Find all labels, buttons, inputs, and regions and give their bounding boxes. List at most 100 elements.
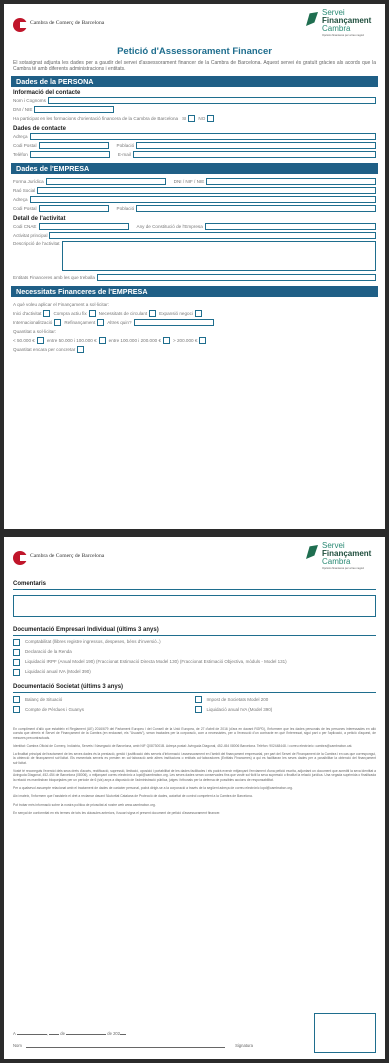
doc-accounting-label: Comptabilitat (llibres registre ingresso…	[25, 639, 161, 644]
banks-field[interactable]	[96, 274, 376, 282]
doc-corporate-tax-checkbox[interactable]	[194, 696, 202, 703]
section-empresa-heading: Dades de l'EMPRESA	[11, 163, 378, 175]
banks-label: Entitats Financeres amb les que treballa	[13, 275, 95, 281]
comments-field[interactable]	[13, 595, 376, 617]
doc-irpf-label: Liquidació IRPF (Anual Model 190) (Fracc…	[25, 659, 287, 664]
doc-iva-checkbox[interactable]	[13, 669, 20, 676]
address-field[interactable]	[29, 133, 376, 141]
town-field[interactable]	[136, 142, 376, 150]
postal-label: Codi Postal	[13, 143, 37, 149]
amt3-checkbox[interactable]	[163, 337, 171, 345]
legal-form-field[interactable]	[45, 178, 166, 186]
amt2-checkbox[interactable]	[98, 337, 106, 345]
signature-box[interactable]	[314, 1013, 376, 1053]
date-year: de 202	[107, 1031, 121, 1036]
doc-pl-label: Compte de Pèrdues i Guanys	[25, 707, 85, 712]
date-month-field[interactable]	[66, 1034, 107, 1035]
email-field[interactable]	[132, 151, 376, 159]
legal-paragraph: Així mateix, l'informem que l'assisteix …	[13, 794, 253, 799]
chamber-logo-icon	[13, 18, 29, 32]
amt1-checkbox[interactable]	[36, 337, 44, 345]
date-mid: de	[60, 1031, 65, 1036]
needs-question: A què voleu aplicar el Finançament a sol…	[13, 302, 110, 308]
yes-checkbox[interactable]	[188, 115, 196, 123]
brand-tagline: Opcions financeres per al teu negoci	[322, 34, 365, 37]
sign-name-label: Nom	[13, 1043, 22, 1048]
description-field[interactable]	[61, 241, 376, 272]
name-field[interactable]	[47, 97, 376, 105]
company-docs-heading: Documentació Societat (últims 3 anys)	[13, 684, 124, 690]
dni-field[interactable]	[34, 106, 115, 114]
chamber-name: Cambra de Comerç de Barcelona	[30, 553, 105, 559]
brand-line-3: Cambra	[322, 557, 351, 566]
leaf-logo-icon	[306, 12, 318, 26]
divider	[13, 589, 376, 590]
phone-field[interactable]	[29, 151, 110, 159]
date-day-field[interactable]	[16, 1034, 47, 1035]
brand-tagline: Opcions financeres per al teu negoci	[322, 567, 365, 570]
legal-paragraph: En senyal de conformitat en els termes d…	[13, 810, 221, 815]
pending-checkbox[interactable]	[77, 346, 85, 354]
pending-label: Quantitat encara per concretar	[13, 347, 76, 353]
divider	[13, 635, 376, 636]
doc-corporate-tax-label: Impost de Societats Model 200	[206, 697, 269, 702]
opt-refinance-checkbox[interactable]	[97, 319, 105, 327]
main-activity-field[interactable]	[49, 232, 376, 240]
date-num-field[interactable]	[49, 1034, 60, 1035]
company-postal-field[interactable]	[38, 205, 109, 213]
no-checkbox[interactable]	[207, 115, 215, 123]
name-line: Nom Signatura	[13, 1043, 253, 1048]
doc-accounting-checkbox[interactable]	[13, 639, 20, 646]
company-town-label: Població	[116, 206, 135, 212]
amt4-checkbox[interactable]	[199, 337, 207, 345]
opt-start-checkbox[interactable]	[43, 310, 51, 318]
doc-iva-label: Liquidació anual IVA (Model 390)	[25, 669, 91, 674]
date-line: A , de de 202	[13, 1031, 127, 1036]
page-header: Cambra de Comerç de Barcelona Servei Fin…	[4, 4, 385, 44]
doc-income-checkbox[interactable]	[13, 649, 20, 656]
date-year-field[interactable]	[120, 1034, 127, 1035]
main-activity-label: Activitat principal	[13, 233, 48, 239]
company-address-label: Adreça	[13, 197, 28, 203]
address-label: Adreça	[13, 134, 28, 140]
nif-field[interactable]	[206, 178, 376, 186]
section-persona-heading: Dades de la PERSONA	[11, 76, 378, 88]
amt3-label: entre 100.000 i 200.000 €	[108, 338, 162, 344]
doc-irpf-checkbox[interactable]	[13, 659, 20, 666]
opt-expansion-checkbox[interactable]	[194, 310, 202, 318]
comments-heading: Comentaris	[13, 581, 47, 587]
form-title: Petició d'Assessorament Financer	[117, 46, 272, 57]
date-prefix: A	[13, 1031, 16, 1036]
opt-intl-checkbox[interactable]	[54, 319, 62, 327]
chamber-name: Cambra de Comerç de Barcelona	[30, 20, 105, 26]
opt-other-field[interactable]	[133, 319, 214, 327]
sign-name-field[interactable]	[25, 1043, 226, 1048]
legal-form-label: Forma Jurídica	[13, 179, 44, 185]
postal-field[interactable]	[38, 142, 109, 150]
form-page-1: Cambra de Comerç de Barcelona Servei Fin…	[4, 4, 385, 529]
company-address-field[interactable]	[29, 196, 376, 204]
name-label: Nom i Cognoms	[13, 98, 46, 104]
company-town-field[interactable]	[136, 205, 376, 213]
opt-fixed-checkbox[interactable]	[88, 310, 96, 318]
page-header: Cambra de Comerç de Barcelona Servei Fin…	[4, 537, 385, 577]
opt-start-label: Inici d'activitat	[13, 311, 42, 317]
individual-docs-heading: Documentació Empresari Individual (últim…	[13, 627, 159, 633]
opt-other-label: Altres quin?	[107, 320, 132, 326]
doc-pl-checkbox[interactable]	[13, 706, 20, 713]
cnae-field[interactable]	[38, 223, 129, 231]
intro-text: El sotasignat adjunta les dades per a ga…	[13, 60, 376, 73]
leaf-logo-icon	[306, 545, 318, 559]
description-label: Descripció de l'activitat	[13, 241, 60, 247]
doc-iva-company-checkbox[interactable]	[194, 706, 202, 713]
signature-label: Signatura	[235, 1043, 253, 1048]
company-field[interactable]	[37, 187, 376, 195]
opt-intl-label: Internacionalització	[13, 320, 53, 326]
doc-balance-checkbox[interactable]	[13, 696, 20, 703]
no-label: NO	[198, 116, 206, 122]
opt-circulating-checkbox[interactable]	[149, 310, 157, 318]
brand-line-3: Cambra	[322, 24, 351, 33]
year-field[interactable]	[204, 223, 376, 231]
opt-circulating-label: Necessitats de circulant	[98, 311, 148, 317]
section-needs-heading: Necessitats Financeres de l'EMPRESA	[11, 286, 378, 298]
